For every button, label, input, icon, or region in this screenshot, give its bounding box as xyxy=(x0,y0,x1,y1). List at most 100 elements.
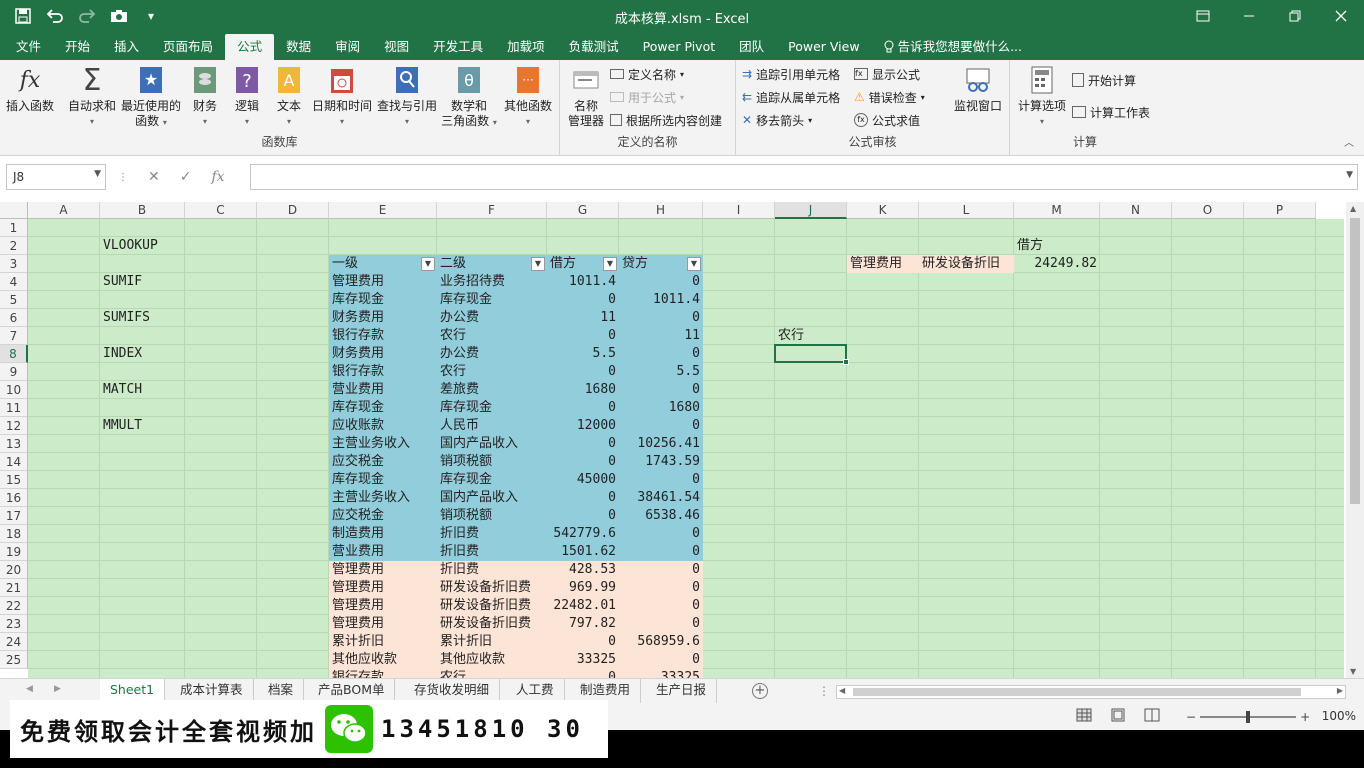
zoom-knob[interactable] xyxy=(1246,711,1251,723)
row-header-13[interactable]: 13 xyxy=(0,435,28,453)
tab-add-ins[interactable]: 加载项 xyxy=(495,34,557,60)
zoom-level[interactable]: 100% xyxy=(1322,709,1356,723)
table-cell-level1[interactable]: 财务费用 xyxy=(329,345,437,363)
table-cell-level2[interactable]: 销项税额 xyxy=(437,453,547,471)
row-header-12[interactable]: 12 xyxy=(0,417,28,435)
column-header-e[interactable]: E xyxy=(329,202,437,219)
table-cell-debit[interactable]: 969.99 xyxy=(547,579,619,597)
table-cell-credit[interactable]: 0 xyxy=(619,273,703,291)
table-cell-debit[interactable]: 11 xyxy=(547,309,619,327)
table-cell-level2[interactable]: 差旅费 xyxy=(437,381,547,399)
function-label[interactable]: SUMIF xyxy=(100,273,185,291)
function-label[interactable]: MATCH xyxy=(100,381,185,399)
use-in-formula-button[interactable]: 用于公式 ▾ xyxy=(610,87,684,107)
page-break-view-icon[interactable] xyxy=(1144,708,1160,725)
table-cell-level2[interactable]: 其他应收款 xyxy=(437,651,547,669)
expand-formula-icon[interactable]: ▼ xyxy=(1346,170,1353,180)
table-cell-debit[interactable]: 1680 xyxy=(547,381,619,399)
column-header-l[interactable]: L xyxy=(919,202,1014,219)
collapse-ribbon-icon[interactable]: ︿ xyxy=(1344,134,1354,149)
table-cell-credit[interactable]: 0 xyxy=(619,309,703,327)
table-cell-debit[interactable]: 797.82 xyxy=(547,615,619,633)
tab-view[interactable]: 视图 xyxy=(372,34,421,60)
column-header-f[interactable]: F xyxy=(437,202,547,219)
recent-functions-button[interactable]: ★ 最近使用的 函数 ▾ xyxy=(120,64,182,130)
table-cell-level1[interactable]: 管理费用 xyxy=(329,273,437,291)
table-cell-level2[interactable]: 折旧费 xyxy=(437,561,547,579)
table-cell-level1[interactable]: 应收账款 xyxy=(329,417,437,435)
table-cell-debit[interactable]: 1011.4 xyxy=(547,273,619,291)
normal-view-icon[interactable] xyxy=(1076,708,1092,725)
cell-area[interactable]: VLOOKUP SUMIF SUMIFS INDEX MATCH MMULT 一级 ▼ 二级 ▼ 借… xyxy=(28,219,1344,678)
name-manager-button[interactable]: 名称 管理器 xyxy=(564,64,608,129)
column-header-i[interactable]: I xyxy=(703,202,775,219)
table-cell-credit[interactable]: 0 xyxy=(619,471,703,489)
minimize-icon[interactable] xyxy=(1226,0,1272,32)
filter-dropdown-icon[interactable]: ▼ xyxy=(687,257,701,271)
table-cell-debit[interactable]: 0 xyxy=(547,435,619,453)
filter-dropdown-icon[interactable]: ▼ xyxy=(531,257,545,271)
table-cell-level1[interactable]: 制造费用 xyxy=(329,525,437,543)
define-name-button[interactable]: 定义名称 ▾ xyxy=(610,64,684,84)
enter-icon[interactable]: ✓ xyxy=(180,169,192,185)
table-header-g[interactable]: 借方 ▼ xyxy=(547,255,619,273)
logical-button[interactable]: ? 逻辑 ▾ xyxy=(230,64,264,129)
column-header-j[interactable]: J xyxy=(775,202,847,219)
table-cell-level1[interactable]: 累计折旧 xyxy=(329,633,437,651)
tab-insert[interactable]: 插入 xyxy=(102,34,151,60)
lookup-result[interactable]: 24249.82 xyxy=(1014,255,1100,273)
column-header-g[interactable]: G xyxy=(547,202,619,219)
column-header-m[interactable]: M xyxy=(1014,202,1100,219)
tab-power-view[interactable]: Power View xyxy=(776,34,871,60)
create-from-selection-button[interactable]: 根据所选内容创建 xyxy=(610,110,722,130)
add-sheet-icon[interactable]: + xyxy=(752,683,768,699)
evaluate-formula-button[interactable]: fx 公式求值 xyxy=(854,110,920,130)
table-cell-level1[interactable]: 银行存款 xyxy=(329,327,437,345)
error-checking-button[interactable]: ⚠ 错误检查 ▾ xyxy=(854,87,925,107)
table-cell-level1[interactable]: 库存现金 xyxy=(329,471,437,489)
table-cell-level2[interactable]: 研发设备折旧费 xyxy=(437,597,547,615)
vertical-scrollbar[interactable]: ▲ ▼ xyxy=(1346,202,1364,678)
table-cell-debit[interactable]: 0 xyxy=(547,291,619,309)
page-layout-view-icon[interactable] xyxy=(1110,708,1126,725)
row-header-15[interactable]: 15 xyxy=(0,471,28,489)
table-cell-level1[interactable]: 银行存款 xyxy=(329,363,437,381)
close-icon[interactable] xyxy=(1318,0,1364,32)
tab-home[interactable]: 开始 xyxy=(53,34,102,60)
more-functions-button[interactable]: ··· 其他函数 ▾ xyxy=(500,64,556,129)
lookup-header-debit[interactable]: 借方 xyxy=(1014,237,1100,255)
table-cell-level2[interactable]: 人民币 xyxy=(437,417,547,435)
text-button[interactable]: A 文本 ▾ xyxy=(272,64,306,129)
table-cell-debit[interactable]: 45000 xyxy=(547,471,619,489)
table-cell-credit[interactable]: 0 xyxy=(619,525,703,543)
column-header-k[interactable]: K xyxy=(847,202,919,219)
table-cell-credit[interactable]: 33325 xyxy=(619,669,703,678)
restore-icon[interactable] xyxy=(1272,0,1318,32)
table-cell-level2[interactable]: 研发设备折旧费 xyxy=(437,579,547,597)
table-cell-debit[interactable]: 0 xyxy=(547,363,619,381)
row-header-22[interactable]: 22 xyxy=(0,597,28,615)
row-header-5[interactable]: 5 xyxy=(0,291,28,309)
table-cell-level1[interactable]: 营业费用 xyxy=(329,543,437,561)
table-cell-credit[interactable]: 5.5 xyxy=(619,363,703,381)
insert-function-icon[interactable]: fx xyxy=(211,169,224,185)
lookup-criteria-level1[interactable]: 管理费用 xyxy=(847,255,919,273)
selected-cell-j8[interactable] xyxy=(774,344,849,365)
column-header-d[interactable]: D xyxy=(257,202,329,219)
table-cell-level1[interactable]: 财务费用 xyxy=(329,309,437,327)
horizontal-scrollbar[interactable]: ◀ ▶ xyxy=(836,685,1346,699)
lookup-reference-button[interactable]: 查找与引用 ▾ xyxy=(376,64,438,129)
row-header-11[interactable]: 11 xyxy=(0,399,28,417)
table-header-f[interactable]: 二级 ▼ xyxy=(437,255,547,273)
formula-input[interactable]: ▼ xyxy=(250,164,1358,190)
column-header-p[interactable]: P xyxy=(1244,202,1316,219)
table-cell-level2[interactable]: 销项税额 xyxy=(437,507,547,525)
table-cell-credit[interactable]: 6538.46 xyxy=(619,507,703,525)
table-cell-level2[interactable]: 折旧费 xyxy=(437,543,547,561)
table-cell-level2[interactable]: 库存现金 xyxy=(437,399,547,417)
row-header-10[interactable]: 10 xyxy=(0,381,28,399)
table-cell-level2[interactable]: 办公费 xyxy=(437,309,547,327)
watch-window-button[interactable]: 监视窗口 xyxy=(950,64,1006,114)
table-cell-credit[interactable]: 0 xyxy=(619,615,703,633)
table-header-h[interactable]: 贷方 ▼ xyxy=(619,255,703,273)
